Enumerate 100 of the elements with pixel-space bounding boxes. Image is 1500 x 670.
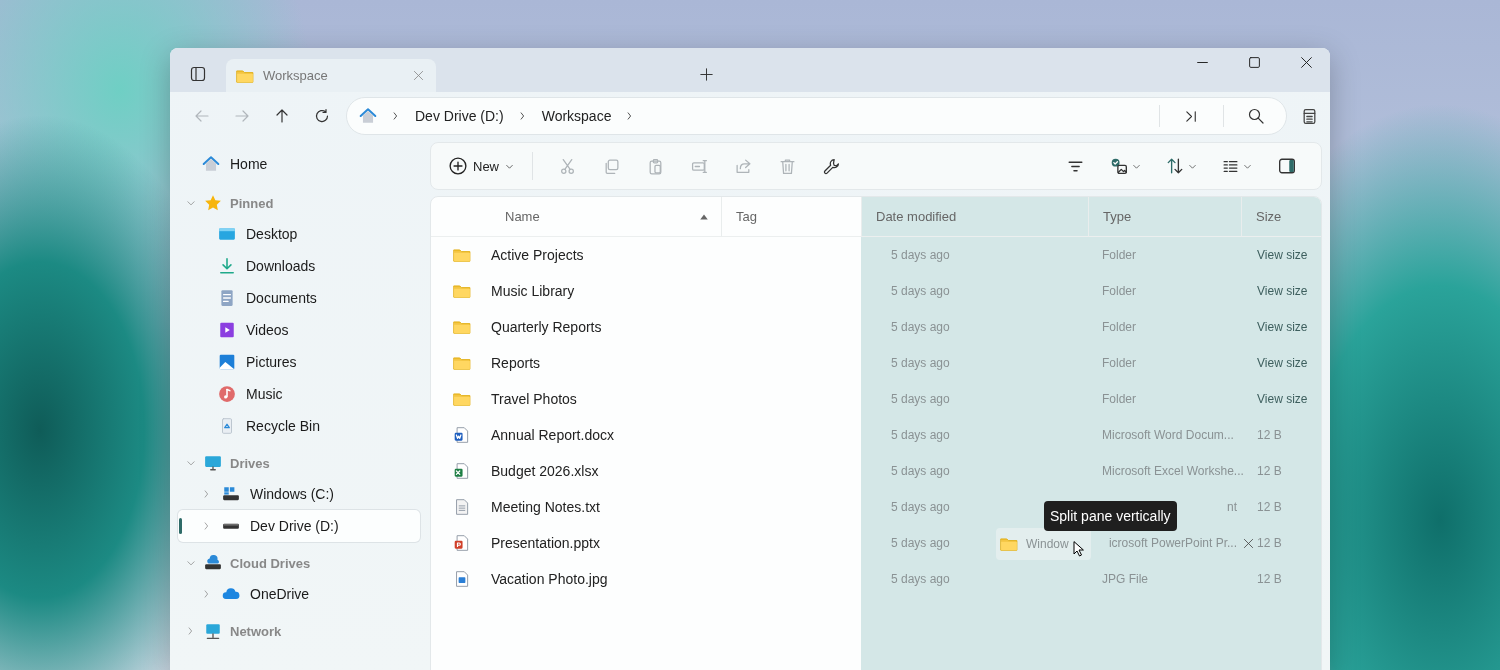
sidebar-item[interactable]: Videos: [178, 314, 420, 346]
sidebar-item[interactable]: Recycle Bin: [178, 410, 420, 442]
file-name[interactable]: Travel Photos: [491, 391, 577, 407]
sidebar-label: Videos: [246, 322, 289, 338]
file-name[interactable]: Meeting Notes.txt: [491, 499, 600, 515]
rename-icon: [690, 157, 708, 175]
desktop-icon: [218, 225, 236, 243]
image-file-icon: [453, 570, 471, 588]
file-name[interactable]: Active Projects: [491, 247, 584, 263]
file-name[interactable]: Presentation.pptx: [491, 535, 600, 551]
tab-title: Workspace: [263, 68, 329, 83]
section-label: Drives: [230, 455, 270, 471]
close-icon: [413, 70, 424, 81]
date-text: 5 days ago: [891, 392, 950, 406]
back-arrow-icon: [194, 108, 210, 124]
column-header[interactable]: Tag: [721, 197, 861, 237]
preview-pane-icon: [1278, 157, 1296, 175]
picture-icon: [218, 353, 236, 371]
view-size-link[interactable]: View size: [1257, 392, 1308, 406]
trash-icon: [778, 157, 796, 175]
system-drive-icon: [222, 485, 240, 503]
folder-icon: [453, 390, 471, 408]
section-label: Pinned: [230, 195, 274, 211]
file-name[interactable]: Budget 2026.xlsx: [491, 463, 599, 479]
column-header[interactable]: Type: [1088, 197, 1241, 237]
type-text: icrosoft PowerPoint Pr...: [1108, 536, 1237, 550]
file-name[interactable]: Reports: [491, 355, 541, 371]
column-header[interactable]: Name: [491, 197, 721, 237]
sidebar-label: Music: [246, 386, 283, 402]
date-text: 5 days ago: [891, 248, 950, 262]
tab[interactable]: Workspace: [226, 59, 436, 92]
sidebar-item[interactable]: Pictures: [178, 346, 420, 378]
sidebar-item[interactable]: Desktop: [178, 218, 420, 250]
document-icon: [218, 289, 236, 307]
breadcrumb[interactable]: Dev Drive (D:): [415, 108, 504, 124]
date-text: 5 days ago: [891, 464, 950, 478]
date-text: 5 days ago: [891, 536, 950, 550]
tooltip: Split pane vertically: [1044, 501, 1177, 531]
file-name[interactable]: Annual Report.docx: [491, 427, 614, 443]
details-pane-icon: [1301, 107, 1318, 125]
sidebar-item[interactable]: Windows (C:): [178, 478, 420, 510]
sidebar-item[interactable]: Home: [178, 146, 420, 182]
sidebar-label: Downloads: [246, 258, 316, 274]
type-text: Folder: [1102, 356, 1136, 370]
size-text: 12 B: [1257, 500, 1282, 514]
sidebar-item[interactable]: Downloads: [178, 250, 420, 282]
view-size-link[interactable]: View size: [1257, 356, 1308, 370]
type-text: nt: [1227, 500, 1237, 514]
home-icon: [359, 107, 377, 125]
new-button[interactable]: New: [445, 149, 518, 183]
column-header[interactable]: Date modified: [861, 197, 1088, 237]
date-text: 5 days ago: [891, 500, 950, 514]
sidebar-label: Home: [230, 156, 268, 172]
sidebar-item[interactable]: Music: [178, 378, 420, 410]
view-size-link[interactable]: View size: [1257, 248, 1308, 262]
sidebar-label: Desktop: [246, 226, 298, 242]
monitor-icon: [204, 454, 222, 472]
up-arrow-icon: [274, 108, 290, 124]
download-icon: [218, 257, 236, 275]
text-file-icon: [453, 498, 471, 516]
sort-arrows-icon: [1165, 157, 1184, 175]
section-label: Network: [230, 623, 282, 639]
file-name[interactable]: Music Library: [491, 283, 575, 299]
video-icon: [218, 321, 236, 339]
terminal-icon: [1184, 108, 1199, 124]
type-text: Microsoft Word Docum...: [1102, 428, 1234, 442]
word-document-icon: [453, 426, 471, 444]
close-icon: [1300, 56, 1313, 69]
type-text: Folder: [1102, 248, 1136, 262]
presentation-icon: [453, 534, 471, 552]
search-icon: [1248, 108, 1264, 124]
sidebar-label: Dev Drive (D:): [250, 518, 339, 534]
folder-icon: [453, 318, 471, 336]
sidebar-item[interactable]: OneDrive: [178, 578, 420, 610]
panel-icon: [190, 66, 206, 82]
cloud-drive-icon: [204, 554, 222, 572]
folder-icon: [453, 282, 471, 300]
type-text: Microsoft Excel Workshe...: [1102, 464, 1244, 478]
type-text: Folder: [1102, 392, 1136, 406]
sidebar-item[interactable]: Documents: [178, 282, 420, 314]
breadcrumb[interactable]: Workspace: [541, 108, 612, 124]
share-icon: [734, 157, 752, 175]
image-check-icon: [1109, 157, 1128, 175]
view-size-link[interactable]: View size: [1257, 320, 1308, 334]
date-text: 5 days ago: [891, 320, 950, 334]
size-text: 12 B: [1257, 536, 1282, 550]
size-text: 12 B: [1257, 572, 1282, 586]
address-bar[interactable]: Dev Drive (D:) Workspace: [346, 97, 1287, 135]
sidebar-item[interactable]: Dev Drive (D:): [178, 510, 420, 542]
type-text: Folder: [1102, 320, 1136, 334]
music-icon: [218, 385, 236, 403]
network-icon: [204, 622, 222, 640]
file-name[interactable]: Quarterly Reports: [491, 319, 602, 335]
drag-label: Window: [1026, 537, 1069, 551]
type-text: JPG File: [1102, 572, 1148, 586]
view-size-link[interactable]: View size: [1257, 284, 1308, 298]
date-text: 5 days ago: [891, 428, 950, 442]
column-header[interactable]: Size: [1241, 197, 1321, 237]
file-name[interactable]: Vacation Photo.jpg: [491, 571, 608, 587]
chevron-down-icon: [186, 558, 196, 568]
